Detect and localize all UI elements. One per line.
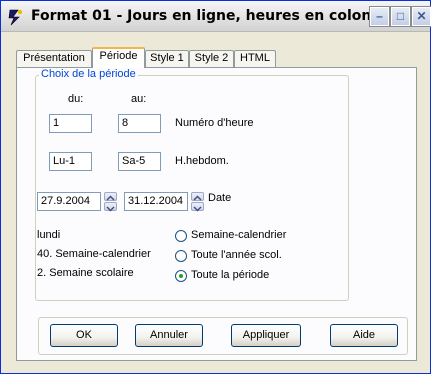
maximize-button[interactable]: □ — [390, 6, 411, 27]
ok-button[interactable]: OK — [50, 324, 118, 347]
date-from-input[interactable]: 27.9.2004 — [37, 192, 101, 211]
weekly-to-input[interactable]: Sa-5 — [118, 152, 161, 171]
tab-style-2[interactable]: Style 2 — [189, 50, 234, 67]
weekly-label: H.hebdom. — [175, 155, 229, 167]
spin-up-icon[interactable] — [191, 192, 204, 201]
close-icon: ✕ — [416, 9, 427, 23]
tab-periode[interactable]: Période — [92, 47, 145, 68]
weekday-text: lundi — [37, 229, 61, 241]
radio-label-toute-periode[interactable]: Toute la période — [191, 269, 269, 281]
group-title: Choix de la période — [39, 68, 138, 80]
radio-label-semaine-calendrier[interactable]: Semaine-calendrier — [191, 229, 286, 241]
spin-down-icon[interactable] — [104, 202, 117, 212]
radio-selected-dot — [179, 274, 183, 278]
radio-label-toute-annee[interactable]: Toute l'année scol. — [191, 249, 282, 261]
tab-style-1[interactable]: Style 1 — [145, 50, 189, 67]
spin-up-icon[interactable] — [104, 192, 117, 201]
hour-from-input[interactable]: 1 — [49, 114, 92, 133]
tab-panel-periode: Choix de la période du: au: 1 8 Numéro d… — [16, 67, 417, 361]
date-from-spinner[interactable] — [104, 192, 117, 212]
radio-toute-periode[interactable] — [175, 270, 187, 282]
close-button[interactable]: ✕ — [411, 6, 431, 27]
date-label: Date — [208, 192, 232, 204]
tab-presentation[interactable]: Présentation — [16, 50, 92, 67]
window-title: Format 01 - Jours en ligne, heures en co… — [31, 8, 391, 24]
date-to-input[interactable]: 31.12.2004 — [124, 192, 188, 211]
cancel-button[interactable]: Annuler — [135, 324, 203, 347]
title-bar[interactable]: Format 01 - Jours en ligne, heures en co… — [1, 1, 431, 32]
format-dialog: Format 01 - Jours en ligne, heures en co… — [0, 0, 431, 374]
app-icon — [8, 9, 23, 26]
spin-down-icon[interactable] — [191, 202, 204, 212]
weekly-from-input[interactable]: Lu-1 — [49, 152, 92, 171]
calendar-week-text: 40. Semaine-calendrier — [37, 248, 151, 260]
from-label: du: — [68, 93, 84, 105]
radio-semaine-calendrier[interactable] — [175, 230, 187, 242]
date-to-spinner[interactable] — [191, 192, 204, 212]
help-button[interactable]: Aide — [330, 324, 398, 347]
maximize-icon: □ — [396, 9, 405, 23]
minimize-icon: – — [376, 9, 383, 23]
tab-html[interactable]: HTML — [234, 50, 276, 67]
minimize-button[interactable]: – — [369, 6, 390, 27]
hour-label: Numéro d'heure — [175, 117, 254, 129]
hour-to-input[interactable]: 8 — [118, 114, 161, 133]
school-week-text: 2. Semaine scolaire — [37, 267, 134, 279]
to-label: au: — [131, 93, 147, 105]
radio-toute-annee[interactable] — [175, 250, 187, 262]
apply-button[interactable]: Appliquer — [231, 324, 301, 347]
